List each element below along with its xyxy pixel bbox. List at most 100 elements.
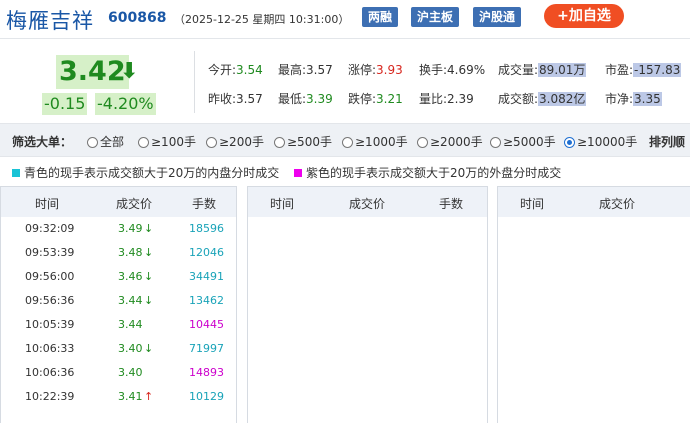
big-order-filter-bar: 筛选大单： 全部 ≥100手 ≥200手 ≥500手 ≥1000手 ≥2000手… [0, 124, 690, 157]
stat-pe: 市盈:-157.83 [605, 63, 682, 77]
table-header: 时间 成交价 [498, 187, 690, 217]
trade-price: 3.44 [118, 318, 143, 331]
price-change-percent: -4.20% [95, 93, 156, 115]
trade-volume: 10445 [189, 318, 224, 331]
trade-time: 09:56:36 [25, 294, 75, 307]
trade-time: 09:53:39 [25, 246, 75, 259]
filter-option-500[interactable]: ≥500手 [274, 133, 332, 150]
trade-time: 09:56:00 [25, 270, 75, 283]
trade-table-1: 时间 成交价 手数 09:32:09 3.49 ↓ 18596 09:53:39 3.48… [0, 186, 237, 423]
trade-time: 10:06:36 [25, 366, 75, 379]
table-row: 09:32:09 3.49 ↓ 18596 [1, 217, 236, 241]
legend-magenta: 紫色的现手表示成交额大于20万的外盘分时成交 [294, 164, 561, 181]
col-time: 时间 [35, 197, 60, 211]
arrow-down-icon: ↓ [144, 270, 154, 283]
radio-icon [87, 137, 98, 148]
filter-option-1000[interactable]: ≥1000手 [342, 133, 408, 150]
add-to-watchlist-button[interactable]: +加自选 [544, 4, 624, 28]
trade-volume: 12046 [189, 246, 224, 259]
col-price: 成交价 [599, 197, 636, 211]
stock-header: 梅雁吉祥 600868 （2025-12-25 星期四 10:31:00） 两融… [0, 0, 690, 36]
quote-panel: 3.42 ⬇ -0.15 -4.20% 今开:3.54 最高:3.57 涨停:3… [0, 38, 690, 124]
arrow-down-icon: ↓ [144, 222, 154, 235]
col-price: 成交价 [349, 197, 386, 211]
trade-price: 3.48 [118, 246, 143, 259]
sort-order-label[interactable]: 排列顺 [649, 133, 685, 150]
trade-table-3: 时间 成交价 [497, 186, 690, 423]
col-time: 时间 [520, 197, 545, 211]
trade-price: 3.40 [118, 342, 143, 355]
trade-price: 3.49 [118, 222, 143, 235]
stat-volume: 成交量:89.01万 [498, 63, 587, 77]
stat-pb: 市净:3.35 [605, 92, 662, 106]
trade-volume: 14893 [189, 366, 224, 379]
radio-selected-icon [564, 137, 575, 148]
stock-code: 600868 [108, 10, 167, 26]
divider [194, 51, 195, 113]
trade-volume: 13462 [189, 294, 224, 307]
table-row: 10:22:39 3.41 ↑ 10129 [1, 385, 236, 409]
radio-icon [490, 137, 501, 148]
trade-rows: 09:32:09 3.49 ↓ 18596 09:53:39 3.48 ↓ 12046 09:5… [1, 217, 236, 409]
stat-low: 最低:3.39 [278, 92, 333, 106]
stat-open: 今开:3.54 [208, 63, 263, 77]
table-row: 10:05:39 3.44 10445 [1, 313, 236, 337]
tag-sh-main-board[interactable]: 沪主板 [411, 7, 460, 27]
stat-volume-ratio: 量比:2.39 [419, 92, 474, 106]
radio-icon [274, 137, 285, 148]
stock-name: 梅雁吉祥 [6, 9, 94, 33]
filter-option-all[interactable]: 全部 [87, 133, 124, 150]
stat-high: 最高:3.57 [278, 63, 333, 77]
price-change: -0.15 [42, 93, 88, 115]
trade-volume: 10129 [189, 390, 224, 403]
stat-prev-close: 昨收:3.57 [208, 92, 263, 106]
table-row: 10:06:33 3.40 ↓ 71997 [1, 337, 236, 361]
trade-volume: 34491 [189, 270, 224, 283]
trade-time: 10:05:39 [25, 318, 75, 331]
trade-price: 3.40 [118, 366, 143, 379]
current-price: 3.42 [59, 56, 126, 87]
radio-icon [417, 137, 428, 148]
col-volume: 手数 [439, 197, 464, 211]
arrow-down-icon: ↓ [144, 294, 154, 307]
arrow-down-icon: ⬇ [120, 59, 139, 84]
cyan-swatch-icon [12, 169, 20, 177]
table-row: 09:53:39 3.48 ↓ 12046 [1, 241, 236, 265]
stat-limit-up: 涨停:3.93 [348, 63, 403, 77]
table-row: 09:56:00 3.46 ↓ 34491 [1, 265, 236, 289]
quote-datetime: （2025-12-25 星期四 10:31:00） [174, 13, 350, 26]
filter-option-200[interactable]: ≥200手 [206, 133, 264, 150]
filter-option-100[interactable]: ≥100手 [138, 133, 196, 150]
magenta-swatch-icon [294, 169, 302, 177]
legend-cyan: 青色的现手表示成交额大于20万的内盘分时成交 [12, 164, 279, 181]
trade-time: 10:06:33 [25, 342, 75, 355]
arrow-up-icon: ↑ [144, 390, 154, 403]
radio-icon [138, 137, 149, 148]
filter-option-5000[interactable]: ≥5000手 [490, 133, 556, 150]
filter-option-2000[interactable]: ≥2000手 [417, 133, 483, 150]
col-time: 时间 [270, 197, 295, 211]
filter-option-10000[interactable]: ≥10000手 [564, 133, 637, 150]
trade-price: 3.44 [118, 294, 143, 307]
stat-limit-down: 跌停:3.21 [348, 92, 403, 106]
table-row: 09:56:36 3.44 ↓ 13462 [1, 289, 236, 313]
col-price: 成交价 [116, 197, 153, 211]
trade-volume: 18596 [189, 222, 224, 235]
table-row: 10:06:36 3.40 14893 [1, 361, 236, 385]
trade-time: 09:32:09 [25, 222, 75, 235]
stat-amount: 成交额:3.082亿 [498, 92, 587, 106]
trade-price: 3.41 [118, 390, 143, 403]
trade-time: 10:22:39 [25, 390, 75, 403]
arrow-down-icon: ↓ [144, 246, 154, 259]
stat-turnover: 换手:4.69% [419, 63, 486, 77]
tag-margin-trading[interactable]: 两融 [362, 7, 399, 27]
col-volume: 手数 [192, 197, 217, 211]
trade-price: 3.46 [118, 270, 143, 283]
arrow-down-icon: ↓ [144, 342, 154, 355]
radio-icon [342, 137, 353, 148]
price-box: 3.42 [56, 55, 129, 89]
tag-sh-connect[interactable]: 沪股通 [473, 7, 522, 27]
table-header: 时间 成交价 手数 [248, 187, 487, 217]
trade-table-2: 时间 成交价 手数 [247, 186, 488, 423]
radio-icon [206, 137, 217, 148]
